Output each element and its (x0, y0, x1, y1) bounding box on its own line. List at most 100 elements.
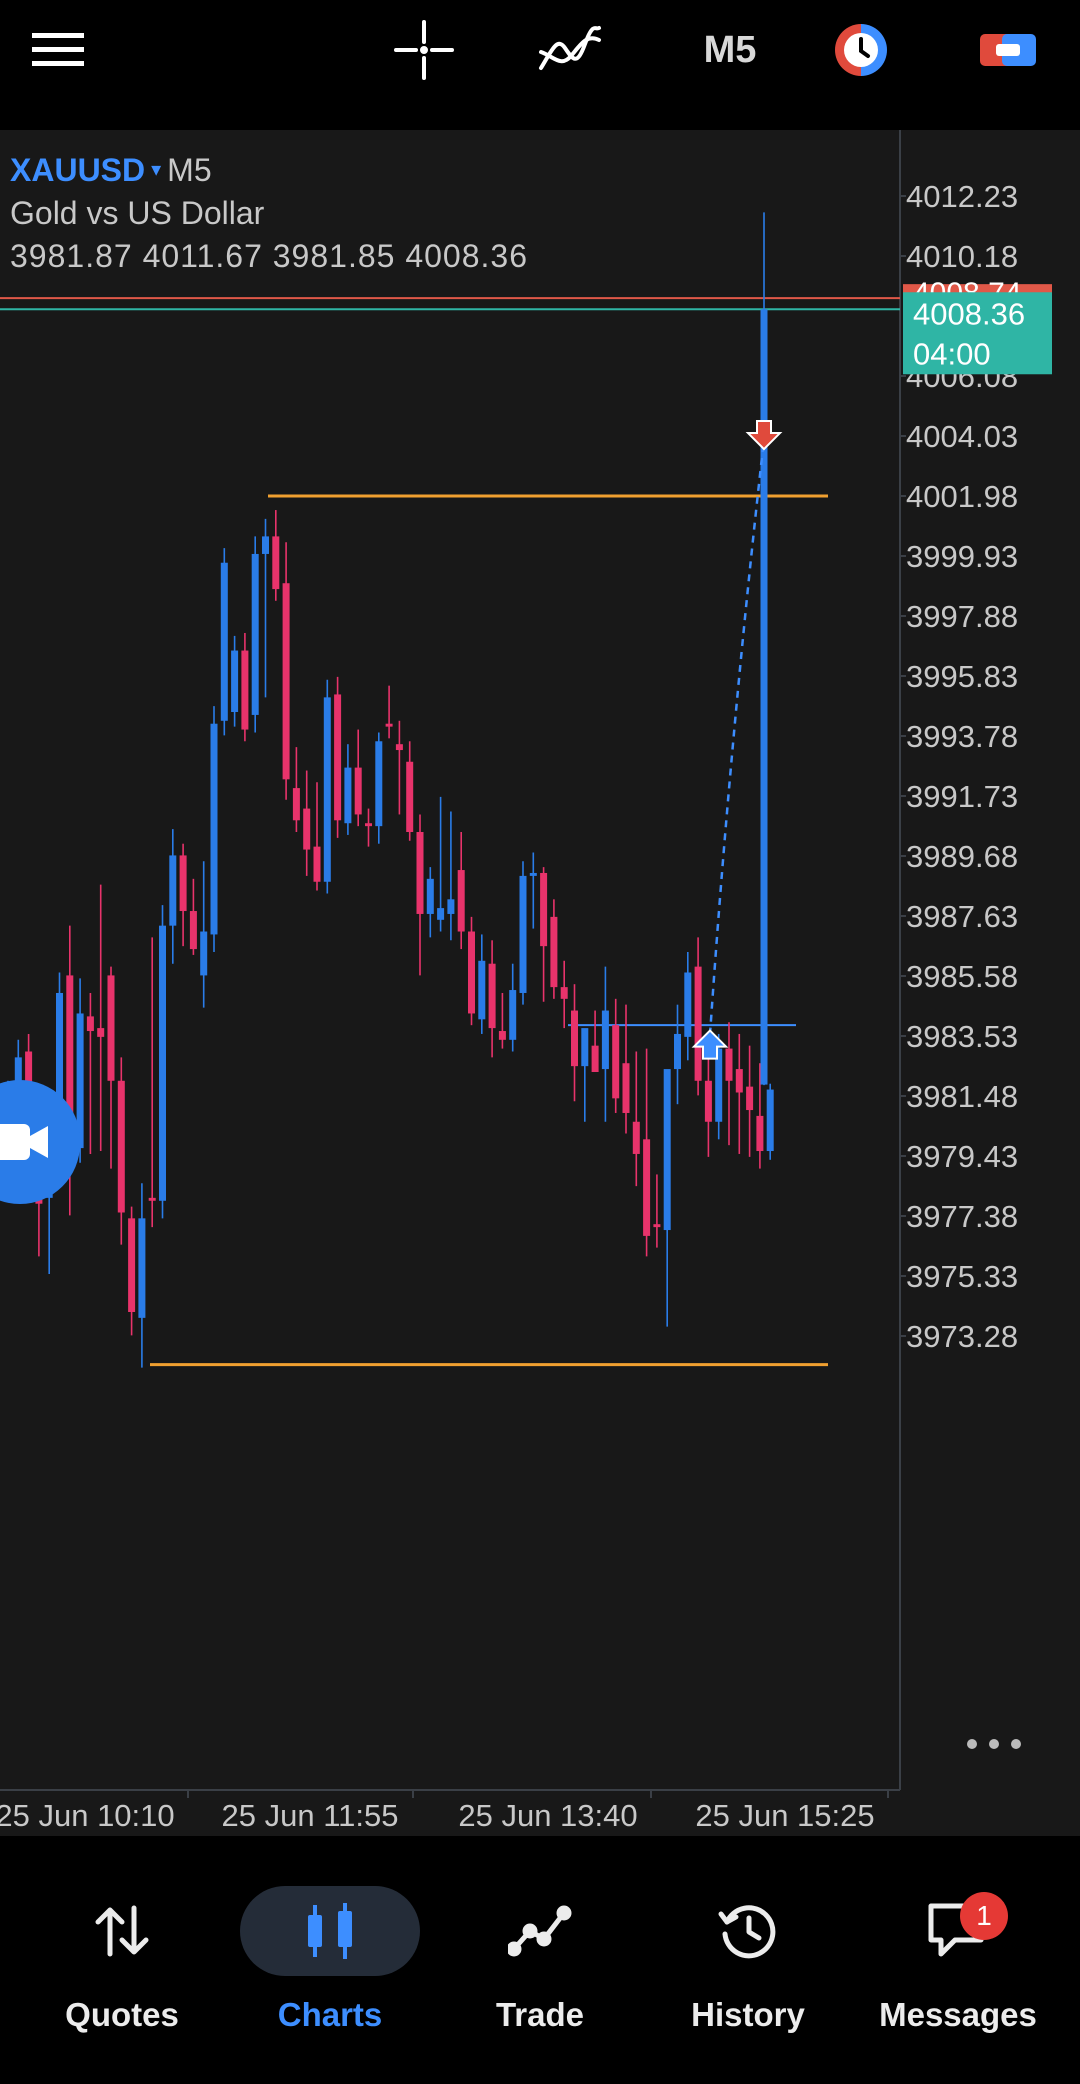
top-toolbar: M5 (0, 0, 1080, 130)
price-tick-label: 3979.43 (906, 1139, 1018, 1174)
candle-body (560, 987, 568, 999)
price-chart[interactable]: 4012.23 4010.18 4006.08 4004.03 4001.98 3999.… (0, 130, 1080, 1836)
candle-body (704, 1080, 712, 1122)
price-tick-label: 3999.93 (906, 539, 1018, 574)
more-dots-icon[interactable] (967, 1739, 1021, 1749)
candle-body (323, 697, 331, 882)
candle-body (375, 741, 383, 827)
candle-body (519, 875, 527, 993)
candle-body (262, 536, 269, 554)
candle-body (365, 823, 372, 827)
candle-body (159, 925, 166, 1201)
timeframe-button[interactable]: M5 (680, 14, 780, 86)
candle-body (334, 694, 342, 821)
candle-body (756, 1115, 764, 1152)
candle-body (169, 855, 177, 926)
candle-body (488, 963, 496, 1029)
candle (468, 916, 475, 1026)
candle-body (601, 1010, 609, 1070)
nav-history[interactable]: History (648, 1886, 848, 2056)
candle-body (746, 1086, 754, 1111)
candle-body (231, 650, 239, 713)
candle-body (457, 870, 465, 932)
nav-messages-label: Messages (879, 1996, 1037, 2033)
candle-body (251, 553, 259, 715)
symbol-name: XAUUSD (10, 152, 146, 188)
chart-canvas[interactable]: 4012.234010.184006.084004.034001.983999.… (0, 130, 1080, 1836)
price-tick-label: 3991.73 (906, 779, 1018, 814)
candle (760, 212, 768, 1086)
candle-body (735, 1069, 743, 1093)
candle-body (107, 975, 115, 1081)
candle-body (509, 990, 517, 1040)
price-tick-label: 3995.83 (906, 659, 1018, 694)
trade-line-icon (450, 1886, 630, 1976)
chart-symbol-header[interactable]: XAUUSD ▾ M5 (10, 152, 212, 189)
candle-body (571, 1010, 578, 1067)
hamburger-menu-icon[interactable] (22, 14, 94, 86)
nav-quotes[interactable]: Quotes (22, 1886, 222, 2056)
symbol-description: Gold vs US Dollar (10, 195, 265, 231)
indicators-icon[interactable] (530, 14, 610, 86)
price-tick-label: 3993.78 (906, 719, 1018, 754)
candle-body (663, 1069, 671, 1231)
time-tick-label: 25 Jun 15:25 (695, 1798, 874, 1833)
candle-body (189, 911, 197, 950)
candle-body (612, 1025, 620, 1099)
candle-body (632, 1121, 640, 1154)
candle (334, 676, 342, 838)
candle-body (426, 878, 434, 914)
candle-body (272, 536, 280, 590)
price-tick-label: 3973.28 (906, 1319, 1018, 1354)
candle-body (303, 808, 311, 850)
time-tick-label: 25 Jun 13:40 (458, 1798, 637, 1833)
nav-messages[interactable]: Messages (858, 1886, 1058, 2056)
price-tick-label: 3989.68 (906, 839, 1018, 874)
candle-body (86, 1016, 94, 1032)
price-tick-label: 3997.88 (906, 599, 1018, 634)
candle-body (643, 1139, 651, 1236)
price-tick-label: 3985.58 (906, 959, 1018, 994)
price-tick-label: 3981.48 (906, 1079, 1018, 1114)
chart-timeframe: M5 (167, 152, 212, 188)
time-tick-label: 25 Jun 11:55 (222, 1798, 399, 1833)
candle-body (468, 931, 475, 1014)
candle-body (684, 972, 692, 1037)
candle (210, 706, 218, 953)
candle (519, 861, 527, 1005)
price-tick-label: 4012.23 (906, 179, 1018, 214)
nav-charts[interactable]: Charts (230, 1886, 430, 2056)
candle-body (313, 846, 321, 882)
quotes-arrows-icon (32, 1886, 212, 1976)
nav-trade[interactable]: Trade (440, 1886, 640, 2056)
price-tick-label: 4001.98 (906, 479, 1018, 514)
crosshair-icon[interactable] (388, 14, 460, 86)
candle-body (220, 562, 228, 721)
candle-body (416, 832, 424, 914)
history-clock-icon (658, 1886, 838, 1976)
candle-body (437, 908, 445, 920)
nav-quotes-label: Quotes (65, 1996, 179, 2033)
candle-body (148, 1197, 156, 1201)
candle-body (478, 960, 486, 1020)
candle-body (395, 744, 403, 751)
candle (220, 548, 228, 736)
nav-charts-label: Charts (277, 1996, 383, 2033)
time-tick-label: 25 Jun 10:10 (0, 1798, 175, 1833)
nav-history-label: History (691, 1996, 805, 2033)
video-call-icon (0, 1124, 48, 1160)
candle-body (117, 1080, 125, 1213)
candle-body (540, 872, 548, 947)
candle-body (292, 788, 300, 821)
price-tick-label: 3987.63 (906, 899, 1018, 934)
trade-toggle-icon[interactable] (972, 14, 1044, 86)
messages-chat-icon (868, 1886, 1048, 1976)
ohlc-values: 3981.87 4011.67 3981.85 4008.36 (10, 238, 528, 274)
candle-body (385, 723, 393, 727)
one-click-trading-icon[interactable] (825, 14, 897, 86)
price-tick-label: 3975.33 (906, 1259, 1018, 1294)
candle-body (138, 1218, 146, 1318)
messages-badge: 1 (960, 1892, 1008, 1940)
candle-body (529, 872, 537, 876)
candle-body (581, 1028, 589, 1067)
